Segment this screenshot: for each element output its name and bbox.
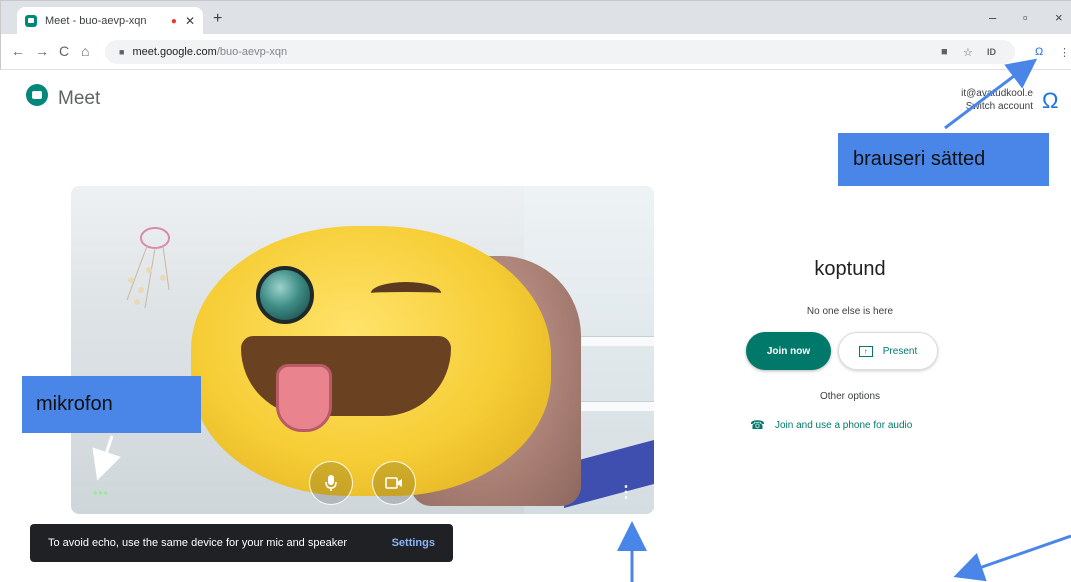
recording-dot-icon: ● [170,15,177,27]
lock-icon: ■ [119,47,125,57]
hanging-decoration [126,227,170,309]
back-button[interactable]: ← [11,43,25,59]
more-options-icon[interactable]: ⋮ [618,482,634,502]
meet-favicon-icon [25,15,37,27]
tab-title: Meet - buo-aevp-xqn [45,15,147,27]
emoji-tongue [276,364,332,432]
camera-preview: ••• ⋮ [71,186,654,514]
menu-icon[interactable]: ⋮ [1059,46,1070,59]
audio-level-indicator: ••• [93,486,109,500]
emoji-eye [256,266,314,324]
switch-account-link[interactable]: Switch account [966,101,1033,112]
meet-brand: Meet [58,88,101,109]
url-path: /buo-aevp-xqn [216,46,288,58]
annotation-browser-settings: brauseri sätted [838,133,1049,186]
camera-icon[interactable]: ■ [941,46,948,58]
url-host: meet.google.com [132,46,217,58]
meeting-name: koptund [814,258,886,280]
browser-toolbar: ← → C ⌂ ■ meet.google.com/buo-aevp-xqn ■… [0,34,1071,70]
camera-button[interactable] [372,461,416,505]
browser-tab[interactable]: Meet - buo-aevp-xqn ● ✕ [17,7,203,35]
home-button[interactable]: ⌂ [81,43,89,59]
star-icon[interactable]: ☆ [963,46,973,59]
present-label: Present [882,345,918,357]
participants-status: No one else is here [806,306,894,317]
phone-icon: ☎ [750,418,765,432]
present-icon: ↑ [858,345,873,357]
profile-icon[interactable]: Ω [1035,46,1043,58]
present-button[interactable]: ↑ Present [838,332,938,370]
join-now-button[interactable]: Join now [746,332,831,370]
tab-strip: Meet - buo-aevp-xqn ● ✕ + – ▫ × [0,0,1071,35]
arrow-bottom-right [953,534,1071,582]
reload-button[interactable]: C [59,43,69,59]
tab-close-icon[interactable]: ✕ [185,14,195,28]
phone-option-label: Join and use a phone for audio [774,419,913,431]
account-avatar-icon[interactable]: Ω [1042,88,1058,114]
emoji-mouth [241,336,451,416]
restore-button[interactable]: ▫ [1023,10,1028,25]
account-email: it@avatudkool.e [961,88,1033,99]
forward-button[interactable]: → [35,43,49,59]
camera-icon [385,477,402,489]
emoji-wink [371,282,441,304]
other-options-heading: Other options [819,391,881,402]
phone-audio-option[interactable]: ☎ Join and use a phone for audio [750,418,912,432]
address-bar[interactable]: ■ meet.google.com/buo-aevp-xqn [105,40,1015,64]
minimize-button[interactable]: – [989,10,996,25]
echo-snackbar: To avoid echo, use the same device for y… [30,524,453,562]
meet-logo-icon [26,84,48,106]
microphone-icon [325,475,337,491]
annotation-mikrofon: mikrofon [22,376,201,433]
new-tab-button[interactable]: + [213,10,222,28]
screen: Meet - buo-aevp-xqn ● ✕ + – ▫ × ← → C ⌂ … [0,0,1071,582]
snackbar-settings-button[interactable]: Settings [392,537,435,549]
close-window-button[interactable]: × [1055,10,1063,25]
snackbar-message: To avoid echo, use the same device for y… [48,537,347,549]
extension-icon[interactable]: ID [987,47,996,57]
microphone-button[interactable] [309,461,353,505]
